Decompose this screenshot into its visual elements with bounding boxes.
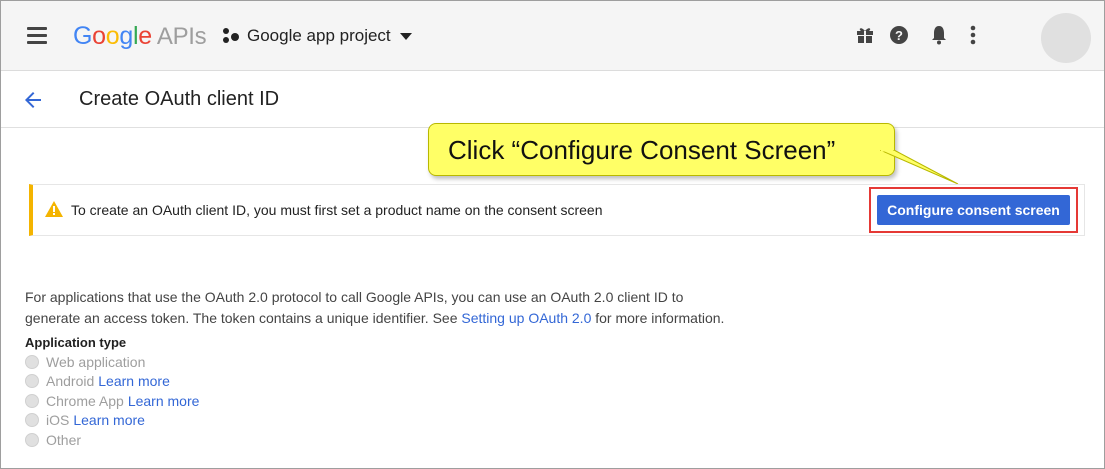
page-title: Create OAuth client ID xyxy=(79,88,280,110)
setting-up-oauth-link[interactable]: Setting up OAuth 2.0 xyxy=(461,310,591,326)
project-selector[interactable]: Google app project xyxy=(223,26,412,46)
warning-icon xyxy=(45,201,63,217)
radio-option-chrome-app[interactable]: Chrome App Learn more xyxy=(25,391,199,411)
instruction-callout: Click “Configure Consent Screen” xyxy=(428,123,895,176)
back-arrow-icon[interactable] xyxy=(21,88,45,112)
configure-consent-screen-button[interactable]: Configure consent screen xyxy=(877,195,1070,225)
radio-button[interactable] xyxy=(25,432,39,447)
description-line-2: generate an access token. The token cont… xyxy=(25,310,725,326)
menu-icon[interactable] xyxy=(27,27,47,45)
radio-option-web-application[interactable]: Web application xyxy=(25,352,199,372)
learn-more-link[interactable]: Learn more xyxy=(128,393,200,409)
avatar[interactable] xyxy=(1041,13,1091,63)
application-type-label: Application type xyxy=(25,335,127,350)
project-name: Google app project xyxy=(247,26,391,45)
description-line-1: For applications that use the OAuth 2.0 … xyxy=(25,289,684,305)
radio-button[interactable] xyxy=(25,374,39,389)
callout-text: Click “Configure Consent Screen” xyxy=(448,135,836,165)
learn-more-link[interactable]: Learn more xyxy=(73,412,145,428)
radio-option-ios[interactable]: iOS Learn more xyxy=(25,411,199,431)
more-vert-icon[interactable] xyxy=(961,23,985,47)
application-type-radio-group: Web application Android Learn more Chrom… xyxy=(25,352,199,450)
top-app-bar: Google APIs Google app project ? xyxy=(1,1,1104,71)
page-header: Create OAuth client ID xyxy=(1,72,1104,128)
help-icon[interactable]: ? xyxy=(887,23,911,47)
notifications-icon[interactable] xyxy=(927,23,951,47)
google-apis-logo[interactable]: Google APIs xyxy=(73,22,207,51)
description: For applications that use the OAuth 2.0 … xyxy=(25,287,805,329)
radio-button[interactable] xyxy=(25,393,39,408)
svg-text:?: ? xyxy=(895,28,903,43)
radio-button[interactable] xyxy=(25,413,39,428)
radio-button[interactable] xyxy=(25,354,39,369)
chevron-down-icon xyxy=(399,32,412,40)
warning-text: To create an OAuth client ID, you must f… xyxy=(71,202,603,218)
radio-option-other[interactable]: Other xyxy=(25,430,199,450)
radio-option-android[interactable]: Android Learn more xyxy=(25,372,199,392)
learn-more-link[interactable]: Learn more xyxy=(98,373,170,389)
project-icon xyxy=(223,28,239,44)
gift-icon[interactable] xyxy=(853,23,877,47)
